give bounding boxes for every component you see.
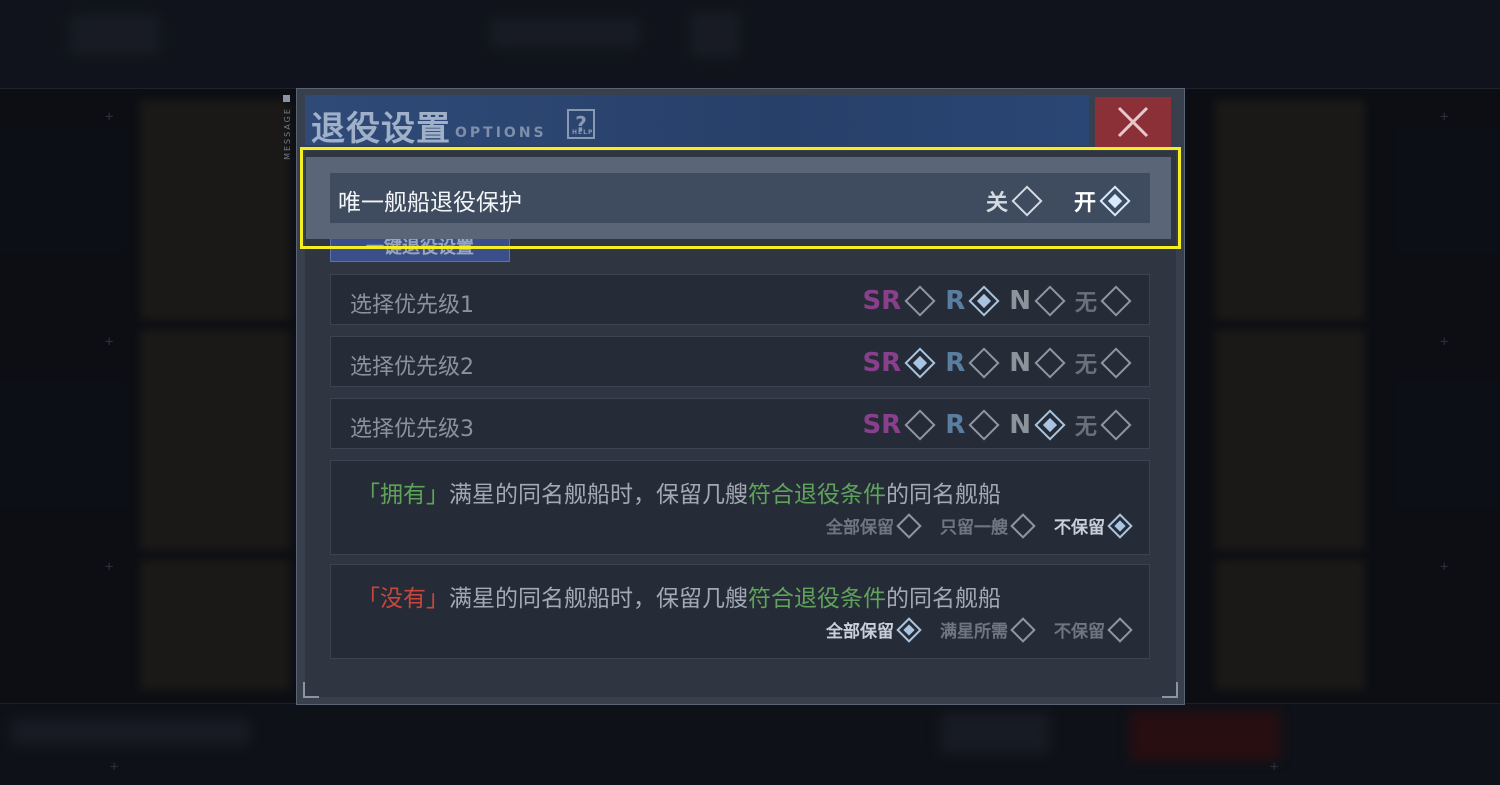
diamond-radio-icon xyxy=(1010,616,1036,643)
rarity-label: R xyxy=(945,410,966,440)
option-sr[interactable]: SR xyxy=(862,409,936,441)
option-none[interactable]: 无 xyxy=(1074,285,1132,317)
rarity-label: SR xyxy=(862,348,902,378)
rarity-label: N xyxy=(1009,410,1031,440)
corner-bracket xyxy=(1162,682,1178,698)
diamond-radio-selected-icon xyxy=(1107,512,1133,539)
rarity-label: SR xyxy=(862,286,902,316)
message-tab[interactable]: MESSAGE xyxy=(281,95,293,175)
diamond-radio-selected-icon xyxy=(904,347,936,379)
owned-rule-row: 「拥有」满星的同名舰船时，保留几艘符合退役条件的同名舰船 全部保留 只留一艘 不… xyxy=(330,460,1150,555)
help-button[interactable]: ? HELP xyxy=(567,109,595,139)
rule-highlight: 符合退役条件 xyxy=(748,482,886,508)
help-caption: HELP xyxy=(572,129,594,136)
rarity-label: 无 xyxy=(1074,291,1097,316)
option-r[interactable]: R xyxy=(945,347,1000,379)
rarity-label: 无 xyxy=(1074,353,1097,378)
option-r[interactable]: R xyxy=(945,285,1000,317)
option-n[interactable]: N xyxy=(1009,409,1066,441)
option-keep-all[interactable]: 全部保留 xyxy=(826,616,922,643)
diamond-radio-icon xyxy=(1034,285,1066,317)
rule-text-b: 的同名舰船 xyxy=(886,482,1001,508)
rarity-label: SR xyxy=(862,410,902,440)
dialog-subtitle: OPTIONS xyxy=(455,125,547,141)
option-sr[interactable]: SR xyxy=(862,285,936,317)
option-sr[interactable]: SR xyxy=(862,347,936,379)
missing-rule-text: 「没有」满星的同名舰船时，保留几艘符合退役条件的同名舰船 xyxy=(357,579,1001,613)
diamond-radio-icon xyxy=(1034,347,1066,379)
highlight-frame xyxy=(300,147,1181,249)
diamond-radio-icon xyxy=(1100,409,1132,441)
option-n[interactable]: N xyxy=(1009,285,1066,317)
option-none[interactable]: 无 xyxy=(1074,409,1132,441)
diamond-radio-icon xyxy=(896,512,922,539)
option-label: 全部保留 xyxy=(826,518,894,538)
owned-rule-options: 全部保留 只留一艘 不保留 xyxy=(804,512,1133,539)
priority-row-3: 选择优先级3 SR R N 无 xyxy=(330,398,1150,449)
dialog-title: 退役设置 xyxy=(311,109,451,149)
diamond-radio-icon xyxy=(1100,285,1132,317)
priority-label: 选择优先级1 xyxy=(350,293,474,318)
diamond-radio-icon xyxy=(904,409,936,441)
close-button[interactable] xyxy=(1095,97,1171,147)
option-keep-none[interactable]: 不保留 xyxy=(1054,512,1133,539)
priority-row-1: 选择优先级1 SR R N 无 xyxy=(330,274,1150,325)
priority-label: 选择优先级2 xyxy=(350,355,474,380)
option-keep-one[interactable]: 只留一艘 xyxy=(940,512,1036,539)
diamond-radio-icon xyxy=(968,347,1000,379)
option-full-star-needed[interactable]: 满星所需 xyxy=(940,616,1036,643)
option-label: 不保留 xyxy=(1054,622,1105,642)
missing-rule-row: 「没有」满星的同名舰船时，保留几艘符合退役条件的同名舰船 全部保留 满星所需 不… xyxy=(330,564,1150,659)
option-r[interactable]: R xyxy=(945,409,1000,441)
diamond-radio-icon xyxy=(968,409,1000,441)
priority-options: SR R N 无 xyxy=(848,409,1132,441)
option-none[interactable]: 无 xyxy=(1074,347,1132,379)
message-tab-marker xyxy=(283,95,290,102)
missing-tag: 「没有」 xyxy=(357,586,449,612)
corner-bracket xyxy=(303,682,319,698)
diamond-radio-icon xyxy=(1100,347,1132,379)
rule-highlight: 符合退役条件 xyxy=(748,586,886,612)
message-tab-label: MESSAGE xyxy=(282,107,292,160)
priority-options: SR R N 无 xyxy=(848,285,1132,317)
rule-text-a: 满星的同名舰船时，保留几艘 xyxy=(449,482,748,508)
option-label: 满星所需 xyxy=(940,622,1008,642)
rarity-label: N xyxy=(1009,286,1031,316)
rarity-label: R xyxy=(945,286,966,316)
rarity-label: 无 xyxy=(1074,415,1097,440)
option-keep-all[interactable]: 全部保留 xyxy=(826,512,922,539)
option-label: 不保留 xyxy=(1054,518,1105,538)
owned-rule-text: 「拥有」满星的同名舰船时，保留几艘符合退役条件的同名舰船 xyxy=(357,475,1001,509)
rule-text-a: 满星的同名舰船时，保留几艘 xyxy=(449,586,748,612)
diamond-radio-icon xyxy=(1010,512,1036,539)
owned-tag: 「拥有」 xyxy=(357,482,449,508)
rarity-label: N xyxy=(1009,348,1031,378)
close-icon xyxy=(1117,106,1149,138)
option-label: 只留一艘 xyxy=(940,518,1008,538)
missing-rule-options: 全部保留 满星所需 不保留 xyxy=(804,616,1133,643)
diamond-radio-selected-icon xyxy=(968,285,1000,317)
rule-text-b: 的同名舰船 xyxy=(886,586,1001,612)
priority-options: SR R N 无 xyxy=(848,347,1132,379)
option-label: 全部保留 xyxy=(826,622,894,642)
diamond-radio-selected-icon xyxy=(1034,409,1066,441)
rarity-label: R xyxy=(945,348,966,378)
diamond-radio-icon xyxy=(904,285,936,317)
option-n[interactable]: N xyxy=(1009,347,1066,379)
dialog-titlebar: 退役设置 OPTIONS ? HELP xyxy=(305,95,1089,149)
option-keep-none[interactable]: 不保留 xyxy=(1054,616,1133,643)
diamond-radio-selected-icon xyxy=(896,616,922,643)
diamond-radio-icon xyxy=(1107,616,1133,643)
priority-row-2: 选择优先级2 SR R N 无 xyxy=(330,336,1150,387)
priority-label: 选择优先级3 xyxy=(350,417,474,442)
